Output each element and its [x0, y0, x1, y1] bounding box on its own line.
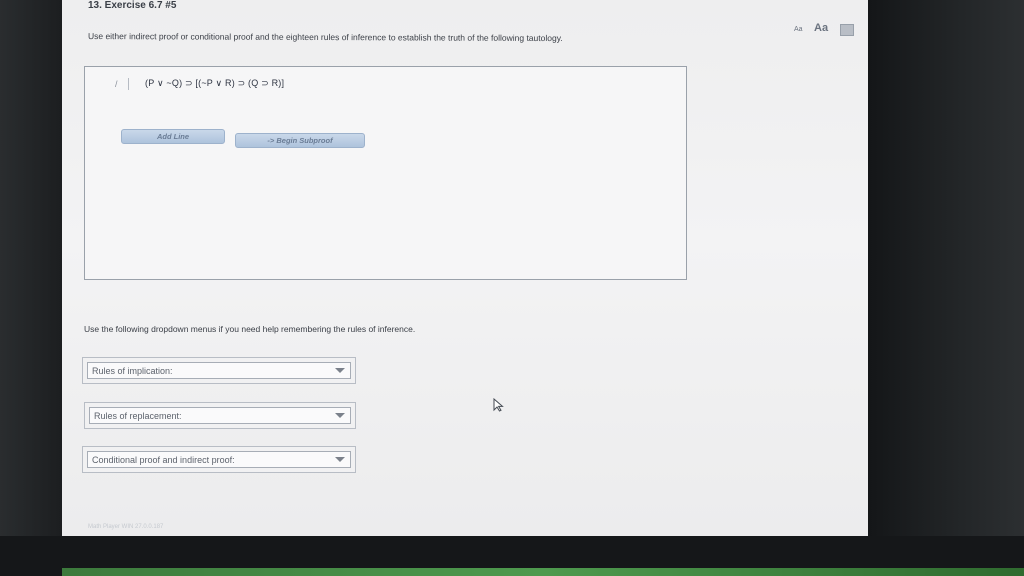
- conditional-indirect-proof-select[interactable]: Conditional proof and indirect proof:: [82, 446, 356, 473]
- browser-content: 13. Exercise 6.7 #5 Aa Aa Use either ind…: [62, 0, 868, 536]
- line-divider: [128, 78, 129, 90]
- monitor-bezel-right: [868, 0, 1024, 576]
- rules-of-replacement-select[interactable]: Rules of replacement:: [84, 402, 356, 429]
- proof-workspace[interactable]: / (P ∨ ~Q) ⊃ [(~P ∨ R) ⊃ (Q ⊃ R)] Add Li…: [84, 66, 687, 280]
- tautology-formula: (P ∨ ~Q) ⊃ [(~P ∨ R) ⊃ (Q ⊃ R)]: [145, 78, 285, 88]
- begin-subproof-button[interactable]: -> Begin Subproof: [235, 133, 365, 148]
- font-size-large-button[interactable]: Aa: [814, 22, 828, 34]
- rules-of-implication-select[interactable]: Rules of implication:: [82, 357, 356, 384]
- helper-text: Use the following dropdown menus if you …: [84, 324, 416, 334]
- dropdown-label: Rules of replacement:: [94, 411, 182, 421]
- line-number: /: [115, 79, 118, 89]
- add-line-button[interactable]: Add Line: [121, 129, 225, 144]
- print-icon[interactable]: [840, 24, 854, 36]
- chevron-down-icon[interactable]: [335, 413, 345, 418]
- chevron-down-icon[interactable]: [335, 368, 345, 373]
- dropdown-label: Rules of implication:: [92, 366, 173, 376]
- footer-text: Math Player WIN 27.0.0.187: [88, 524, 164, 530]
- dropdown-label: Conditional proof and indirect proof:: [92, 455, 235, 465]
- font-size-small-button[interactable]: Aa: [794, 26, 803, 33]
- question-title: 13. Exercise 6.7 #5: [88, 0, 177, 11]
- chevron-down-icon[interactable]: [335, 457, 345, 462]
- instructions-text: Use either indirect proof or conditional…: [87, 31, 563, 44]
- monitor-bezel-left: [0, 0, 62, 576]
- mouse-cursor-icon: [493, 398, 504, 412]
- taskbar-strip: [62, 568, 1024, 576]
